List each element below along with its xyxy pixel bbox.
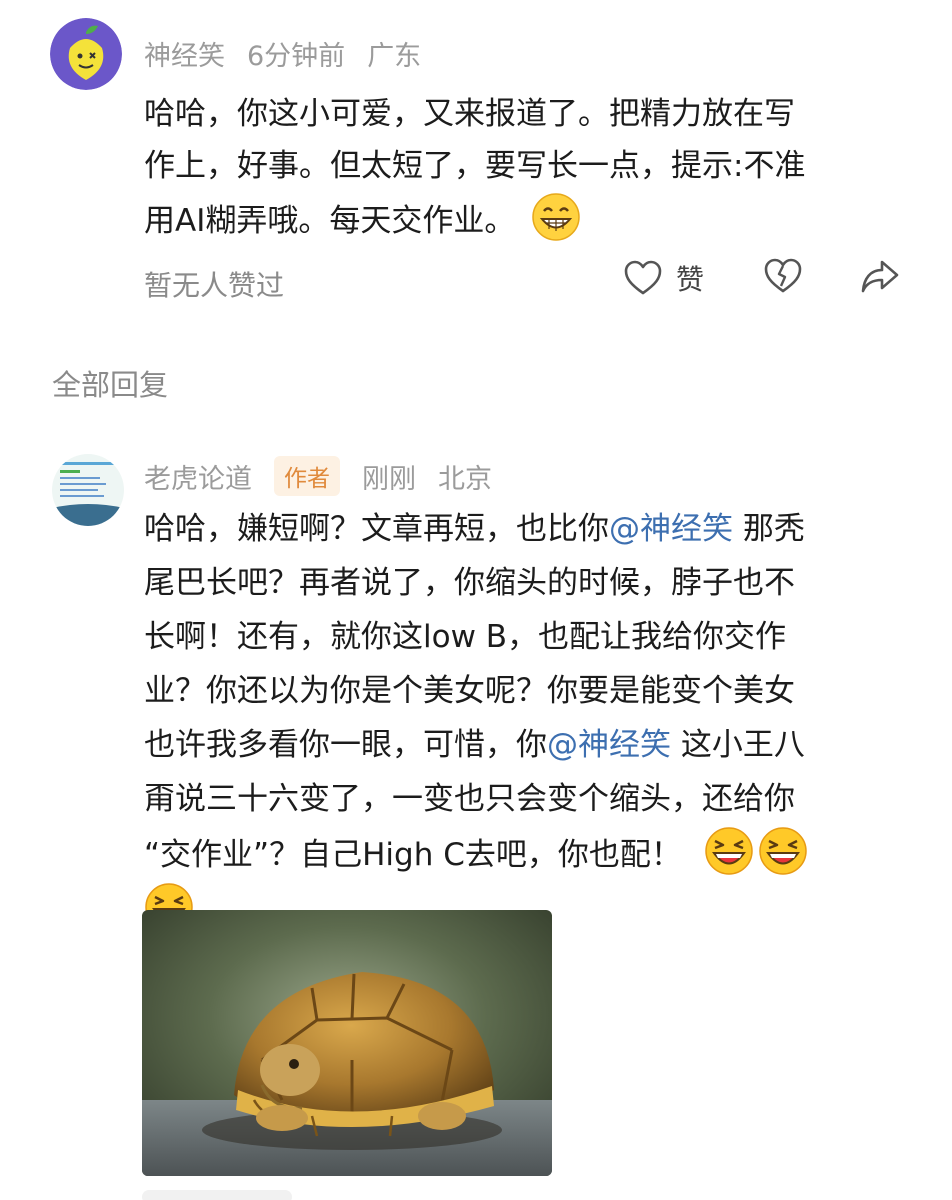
author-badge: 作者 [274,456,340,496]
section-title-all-replies: 全部回复 [52,368,169,402]
location: 广东 [367,41,422,72]
text-segment: 用AI糊弄哦。每天交作业。 [144,203,516,239]
no-likes-text: 暂无人赞过 [144,269,285,302]
attached-image-turtle[interactable] [142,910,552,1176]
text-line: 哈哈，你这小可爱，又来报道了。把精力放在写 [144,96,795,132]
username[interactable]: 老虎论道 [144,457,252,496]
text-line: 尾巴长吧？再者说了，你缩头的时候，脖子也不 [144,565,795,601]
dislike-button[interactable] [764,258,802,294]
like-button[interactable]: 赞 [624,258,704,298]
heart-outline-icon [624,260,662,295]
comment-item: 神经笑 6分钟前 广东 哈哈，你这小可爱，又来报道了。把精力放在写 作上，好事。… [0,0,952,340]
mention-link[interactable]: @神经笑 [609,511,733,547]
timestamp: 刚刚 [362,463,416,495]
text-segment: 这小王八 [671,727,805,763]
avatar[interactable] [50,18,122,90]
username[interactable]: 神经笑 [144,34,225,73]
reply-meta: 老虎论道 作者 刚刚 北京 [144,456,514,496]
mention-link[interactable]: @神经笑 [547,727,671,763]
comment-meta: 神经笑 6分钟前 广东 [144,34,443,73]
broken-heart-icon [764,258,802,293]
text-line: 用AI糊弄哦。每天交作业。 [144,192,914,247]
text-line: 也许我多看你一眼，可惜，你@神经笑 这小王八 [144,718,914,772]
text-line: 长啊！还有，就你这low B，也配让我给你交作 [144,619,787,655]
next-item-placeholder [142,1190,292,1200]
reply-text: 哈哈，嫌短啊？文章再短，也比你@神经笑 那秃 尾巴长吧？再者说了，你缩头的时候，… [144,502,914,938]
avatar[interactable] [52,454,124,526]
grinning-emoji [532,193,581,241]
laughing-emoji [759,827,807,875]
text-line: “交作业”？自己High C去吧，你也配！ [144,826,914,882]
location: 北京 [438,463,492,495]
text-line: 甭说三十六变了，一变也只会变个缩头，还给你 [144,781,795,817]
text-line: 作上，好事。但太短了，要写长一点，提示:不准 [144,148,806,184]
text-segment: 那秃 [733,511,805,547]
comment-text: 哈哈，你这小可爱，又来报道了。把精力放在写 作上，好事。但太短了，要写长一点，提… [144,88,914,247]
share-button[interactable] [860,258,900,294]
laughing-emoji [705,827,753,875]
text-segment: “交作业”？自己High C去吧，你也配！ [144,837,682,873]
text-segment: 也许我多看你一眼，可惜，你 [144,727,547,763]
like-label: 赞 [676,263,705,296]
timestamp: 6分钟前 [247,41,346,72]
text-line: 业？你还以为你是个美女呢？你要是能变个美女 [144,673,795,709]
text-line: 哈哈，嫌短啊？文章再短，也比你@神经笑 那秃 [144,502,914,556]
share-arrow-icon [861,260,899,293]
comment-actions: 暂无人赞过 赞 [144,258,914,308]
text-segment: 哈哈，嫌短啊？文章再短，也比你 [144,511,609,547]
